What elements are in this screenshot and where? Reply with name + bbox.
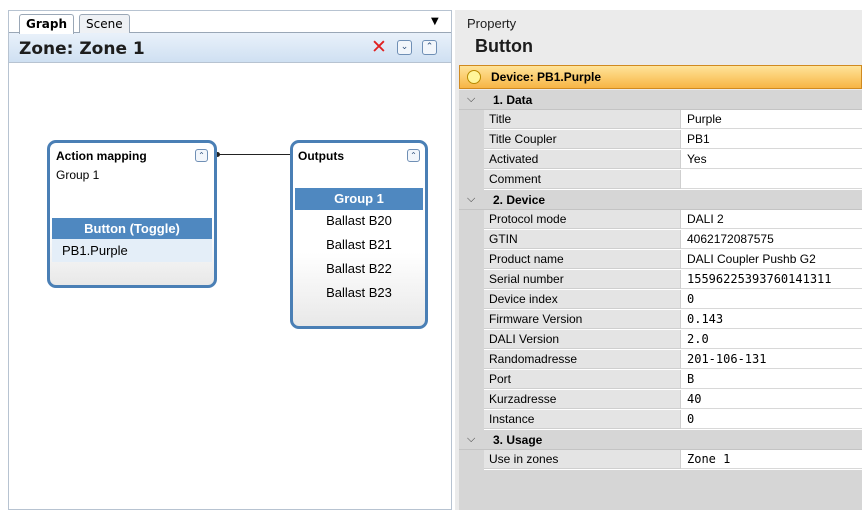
zone-title: Zone: Zone 1 <box>19 39 145 59</box>
node-title: Outputs <box>298 149 344 163</box>
device-status-icon <box>467 70 481 84</box>
property-name: Product name <box>484 250 681 269</box>
connector-line <box>217 154 295 155</box>
expand-all-icon[interactable]: ⌄ <box>397 40 412 55</box>
property-row[interactable]: Instance 0 <box>459 410 862 430</box>
property-value[interactable]: 40 <box>681 390 862 409</box>
property-value[interactable]: DALI 2 <box>681 210 862 229</box>
property-value[interactable]: Purple <box>681 110 862 129</box>
property-value[interactable]: 2.0 <box>681 330 862 349</box>
property-value[interactable]: Zone 1 <box>681 450 862 469</box>
property-value[interactable] <box>681 170 862 189</box>
chevron-down-icon[interactable]: ⌵ <box>467 192 475 206</box>
chevron-down-icon[interactable]: ⌵ <box>467 432 475 446</box>
tab-scene[interactable]: Scene <box>79 14 130 33</box>
property-row[interactable]: Product name DALI Coupler Pushb G2 <box>459 250 862 270</box>
property-name: Kurzadresse <box>484 390 681 409</box>
node-title: Action mapping <box>56 149 147 163</box>
property-name: Protocol mode <box>484 210 681 229</box>
output-item[interactable]: Ballast B20 <box>295 213 423 228</box>
property-row[interactable]: Use in zones Zone 1 <box>459 450 862 470</box>
property-name: Firmware Version <box>484 310 681 329</box>
property-name: Randomadresse <box>484 350 681 369</box>
property-row[interactable]: Serial number 15596225393760141311 <box>459 270 862 290</box>
property-pane: Property Button Device: PB1.Purple ⌵ 1. … <box>455 10 862 510</box>
category-usage[interactable]: ⌵ 3. Usage <box>459 430 862 450</box>
property-row[interactable]: Kurzadresse 40 <box>459 390 862 410</box>
property-row[interactable]: Title Coupler PB1 <box>459 130 862 150</box>
category-label: 1. Data <box>493 93 533 107</box>
node-subtitle: Group 1 <box>56 168 100 182</box>
category-label: 2. Device <box>493 193 546 207</box>
property-value[interactable]: 0 <box>681 290 862 309</box>
property-row[interactable]: Comment <box>459 170 862 190</box>
property-row[interactable]: GTIN 4062172087575 <box>459 230 862 250</box>
property-label: Property <box>467 16 517 31</box>
property-value[interactable]: PB1 <box>681 130 862 149</box>
category-data[interactable]: ⌵ 1. Data <box>459 90 862 110</box>
close-icon[interactable]: ✕ <box>371 37 387 57</box>
chevron-down-icon[interactable]: ⌵ <box>467 92 475 106</box>
grid-empty-area <box>459 470 862 510</box>
property-name: Port <box>484 370 681 389</box>
property-value[interactable]: 4062172087575 <box>681 230 862 249</box>
property-name: Device index <box>484 290 681 309</box>
tab-bar: Graph Scene ▼ <box>9 11 451 34</box>
collapse-all-icon[interactable]: ⌃ <box>422 40 437 55</box>
property-value[interactable]: B <box>681 370 862 389</box>
property-name: Title <box>484 110 681 129</box>
property-row[interactable]: Port B <box>459 370 862 390</box>
property-value[interactable]: Yes <box>681 150 862 169</box>
property-row[interactable]: Activated Yes <box>459 150 862 170</box>
property-value[interactable]: 15596225393760141311 <box>681 270 862 289</box>
graph-pane: Graph Scene ▼ Zone: Zone 1 ✕ ⌄ ⌃ Action … <box>8 10 452 510</box>
property-value[interactable]: 0 <box>681 410 862 429</box>
property-row[interactable]: Title Purple <box>459 110 862 130</box>
property-name: DALI Version <box>484 330 681 349</box>
property-name: Activated <box>484 150 681 169</box>
property-row[interactable]: DALI Version 2.0 <box>459 330 862 350</box>
tab-graph[interactable]: Graph <box>19 14 74 34</box>
collapse-node-icon[interactable]: ⌃ <box>195 149 208 162</box>
property-name: Instance <box>484 410 681 429</box>
device-bar: Device: PB1.Purple <box>459 65 862 89</box>
list-item[interactable]: PB1.Purple <box>52 239 212 262</box>
property-name: Comment <box>484 170 681 189</box>
device-name: Device: PB1.Purple <box>491 70 602 84</box>
list-item-selected[interactable]: Button (Toggle) <box>52 218 212 239</box>
property-title: Button <box>475 36 533 56</box>
zone-header: Zone: Zone 1 ✕ ⌄ ⌃ <box>9 33 451 63</box>
property-name: Use in zones <box>484 450 681 469</box>
action-mapping-node[interactable]: Action mapping ⌃ Group 1 Button (Toggle)… <box>47 140 217 288</box>
category-device[interactable]: ⌵ 2. Device <box>459 190 862 210</box>
output-item-selected[interactable]: Group 1 <box>295 188 423 210</box>
category-label: 3. Usage <box>493 433 543 447</box>
property-row[interactable]: Device index 0 <box>459 290 862 310</box>
property-grid: ⌵ 1. Data Title Purple Title Coupler PB1 A… <box>459 90 862 510</box>
property-name: Serial number <box>484 270 681 289</box>
collapse-node-icon[interactable]: ⌃ <box>407 149 420 162</box>
property-name: Title Coupler <box>484 130 681 149</box>
property-value[interactable]: 201-106-131 <box>681 350 862 369</box>
property-name: GTIN <box>484 230 681 249</box>
property-row[interactable]: Firmware Version 0.143 <box>459 310 862 330</box>
outputs-node[interactable]: Outputs ⌃ Group 1 Ballast B20 Ballast B2… <box>290 140 428 329</box>
property-row[interactable]: Protocol mode DALI 2 <box>459 210 862 230</box>
property-value[interactable]: 0.143 <box>681 310 862 329</box>
tab-list-dropdown-icon[interactable]: ▼ <box>431 16 439 27</box>
output-item[interactable]: Ballast B21 <box>295 237 423 252</box>
property-row[interactable]: Randomadresse 201-106-131 <box>459 350 862 370</box>
property-value[interactable]: DALI Coupler Pushb G2 <box>681 250 862 269</box>
output-item[interactable]: Ballast B22 <box>295 261 423 276</box>
output-item[interactable]: Ballast B23 <box>295 285 423 300</box>
